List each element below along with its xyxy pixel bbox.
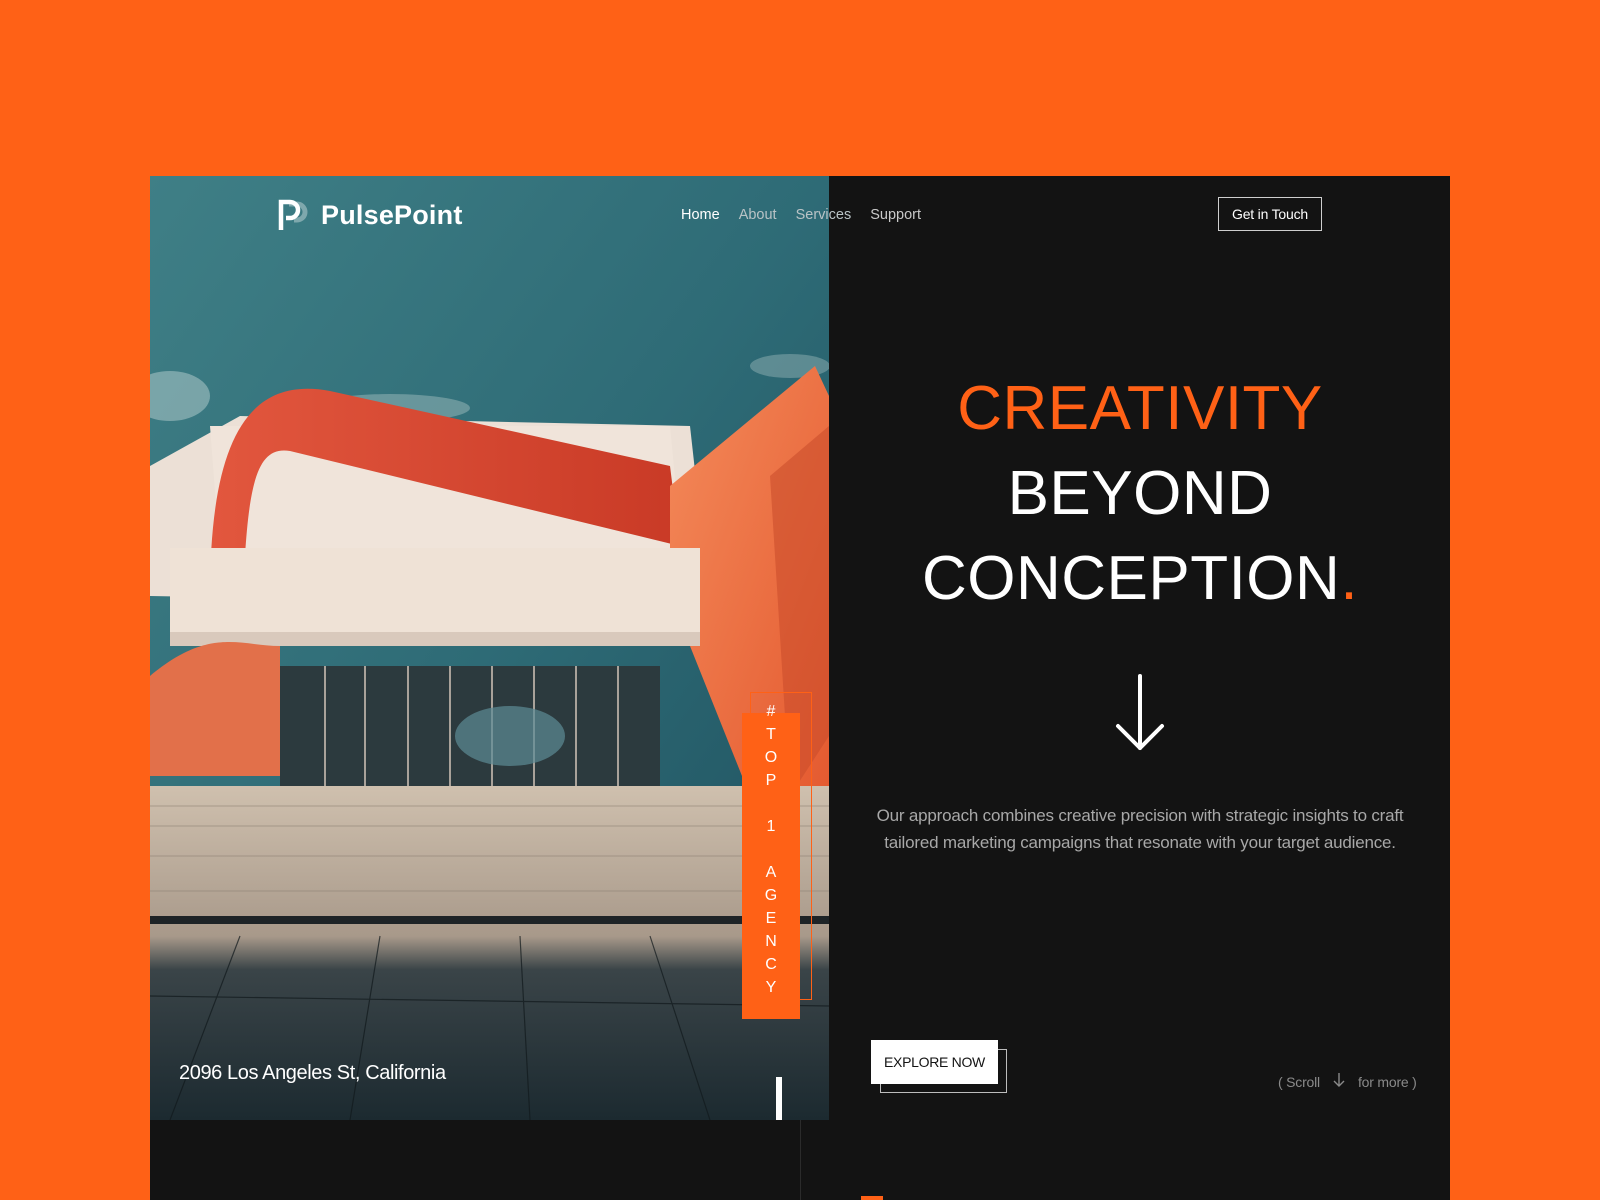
- badge-char: C: [765, 956, 777, 973]
- nav-support[interactable]: Support: [870, 207, 921, 223]
- main-nav: Home About Services Support: [681, 207, 921, 223]
- architecture-image: [150, 176, 829, 1120]
- badge-char: N: [765, 933, 777, 950]
- badge-char: #: [766, 703, 776, 720]
- brand-logo[interactable]: PulsePoint: [277, 198, 463, 232]
- brand-name: PulsePoint: [321, 199, 463, 230]
- scroll-hint-prefix: ( Scroll: [1278, 1073, 1320, 1090]
- explore-button-group: EXPLORE NOW: [871, 1040, 1011, 1093]
- p-logo-icon: [277, 198, 311, 232]
- headline-line-1: CREATIVITY: [957, 374, 1323, 443]
- location-address: 2096 Los Angeles St, California: [179, 1062, 446, 1084]
- hero-card: PulsePoint 2096 Los Angeles St, Californ…: [150, 176, 1450, 1200]
- hero-photo: PulsePoint 2096 Los Angeles St, Californ…: [150, 176, 829, 1120]
- headline-line-3-text: CONCEPTION: [921, 544, 1341, 613]
- badge-char: 1: [766, 818, 776, 835]
- badge-char: A: [765, 864, 777, 881]
- badge-char: [742, 792, 800, 815]
- arrow-down-icon: [1332, 1072, 1346, 1091]
- badge-char: P: [765, 772, 777, 789]
- badge-char: E: [765, 910, 777, 927]
- slide-indicator[interactable]: [776, 1077, 782, 1120]
- badge-char: O: [764, 749, 778, 766]
- headline-dot: .: [1340, 544, 1359, 613]
- badge-char: T: [766, 726, 776, 743]
- explore-now-button[interactable]: EXPLORE NOW: [871, 1040, 998, 1084]
- hero-description: Our approach combines creative precision…: [876, 806, 1404, 852]
- get-in-touch-button[interactable]: Get in Touch: [1218, 197, 1322, 231]
- next-section-marker: [861, 1196, 883, 1200]
- scroll-hint: ( Scroll for more ): [1278, 1072, 1417, 1091]
- badge-char: Y: [765, 979, 777, 996]
- badge-char: [742, 838, 800, 861]
- scroll-hint-suffix: for more ): [1357, 1073, 1417, 1090]
- section-divider: [800, 1120, 801, 1200]
- nav-services[interactable]: Services: [796, 207, 852, 223]
- headline-line-3: CONCEPTION.: [890, 536, 1390, 621]
- top-agency-badge-text: # T O P 1 A G E N C Y: [742, 700, 800, 999]
- nav-about[interactable]: About: [739, 207, 777, 223]
- arrow-down-icon: [1114, 674, 1166, 754]
- nav-home[interactable]: Home: [681, 207, 720, 223]
- badge-char: G: [764, 887, 778, 904]
- headline-line-2: BEYOND: [1007, 459, 1273, 528]
- hero-headline: CREATIVITY BEYOND CONCEPTION.: [890, 366, 1390, 621]
